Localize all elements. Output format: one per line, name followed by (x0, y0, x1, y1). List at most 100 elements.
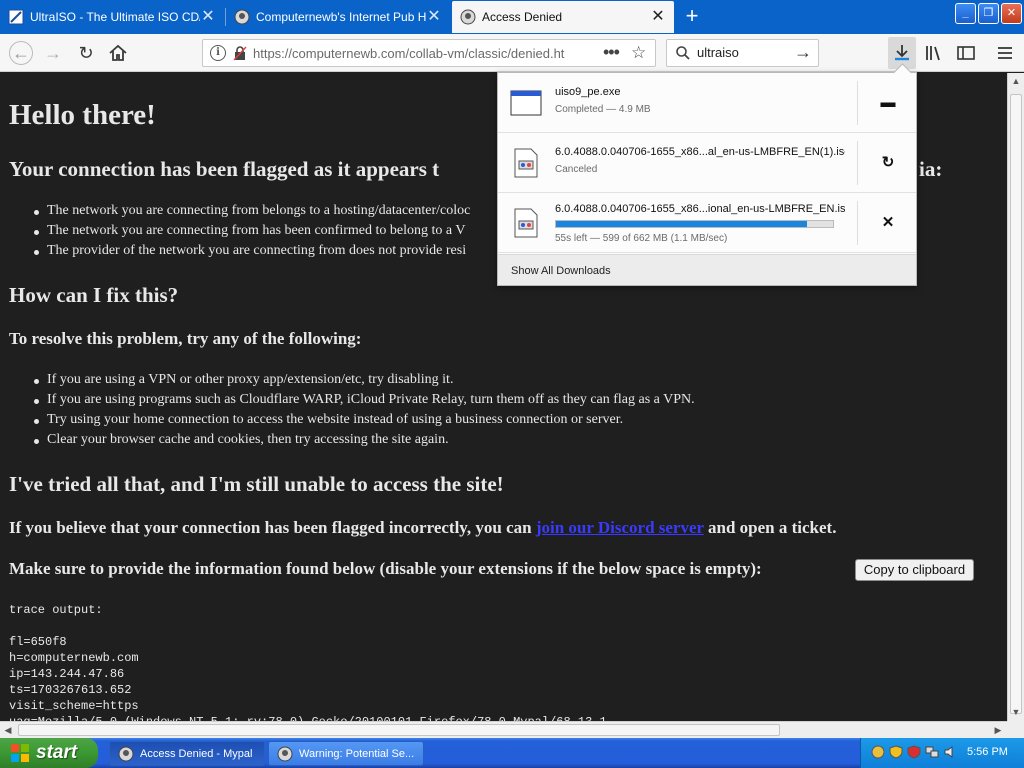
list-item: If you are using programs such as Cloudf… (34, 392, 695, 412)
volume-icon[interactable] (943, 745, 957, 759)
downloads-panel: uiso9_pe.exe Completed — 4.9 MB ▬ 6.0.40… (497, 72, 917, 286)
download-status: Completed — 4.9 MB (555, 104, 651, 115)
download-item[interactable]: 6.0.4088.0.040706-1655_x86...al_en-us-LM… (498, 133, 916, 193)
list-item: Clear your browser cache and cookies, th… (34, 432, 695, 452)
iso-file-icon (514, 148, 538, 178)
folder-icon[interactable]: ▬ (868, 91, 908, 115)
download-item[interactable]: 6.0.4088.0.040706-1655_x86...ional_en-us… (498, 193, 916, 253)
list-item: The network you are connecting from has … (33, 223, 470, 243)
scroll-left-icon[interactable]: ◀ (0, 722, 16, 738)
menu-icon[interactable] (994, 42, 1016, 64)
taskbar: start Access Denied - Mypal Warning: Pot… (0, 738, 1024, 768)
sidebar-icon[interactable] (955, 42, 977, 64)
url-text[interactable]: https://computernewb.com/collab-vm/class… (253, 46, 573, 61)
cancel-icon[interactable]: ✕ (868, 211, 908, 235)
download-progress-fill (556, 221, 807, 227)
vertical-scroll-thumb[interactable] (1010, 94, 1022, 714)
address-bar[interactable]: i https://computernewb.com/collab-vm/cla… (202, 39, 656, 67)
divider (857, 81, 858, 125)
tab-ultraiso[interactable]: UltraISO - The Ultimate ISO CD/D ✕ (0, 1, 224, 33)
tab-access-denied[interactable]: Access Denied ✕ (452, 1, 674, 33)
scroll-down-icon[interactable]: ▼ (1008, 704, 1024, 720)
download-status: 55s left — 599 of 662 MB (1.1 MB/sec) (555, 233, 728, 244)
taskbar-item-warning[interactable]: Warning: Potential Se... (268, 741, 424, 766)
exe-file-icon (510, 90, 542, 116)
flagged-heading: Your connection has been flagged as it a… (9, 157, 440, 181)
page-actions-icon[interactable]: ••• (603, 42, 620, 63)
retry-icon[interactable]: ↻ (868, 151, 908, 175)
tried-heading: I've tried all that, and I'm still unabl… (9, 472, 504, 496)
back-icon[interactable]: ← (9, 41, 33, 65)
list-item: The network you are connecting from belo… (33, 203, 470, 223)
tab-title: Computernewb's Internet Pub Hub (256, 10, 426, 24)
download-status: Canceled (555, 164, 598, 175)
tray-app-icon[interactable] (871, 745, 885, 759)
tab-title: UltraISO - The Ultimate ISO CD/D (30, 10, 200, 24)
tab-strip: UltraISO - The Ultimate ISO CD/D ✕ Compu… (0, 0, 1024, 34)
copy-to-clipboard-button[interactable]: Copy to clipboard (855, 559, 974, 581)
tab-pub-hub[interactable]: Computernewb's Internet Pub Hub ✕ (226, 1, 450, 33)
divider (857, 201, 858, 245)
tab-close-icon[interactable]: ✕ (650, 9, 666, 25)
search-input[interactable] (697, 45, 797, 60)
vertical-scrollbar[interactable]: ▲ ▼ (1007, 73, 1024, 721)
fixes-list: If you are using a VPN or other proxy ap… (34, 372, 695, 452)
window-close-icon[interactable]: ✕ (1001, 3, 1022, 24)
fix-heading: How can I fix this? (9, 283, 179, 307)
show-all-downloads-button[interactable]: Show All Downloads (498, 254, 916, 285)
download-filename: uiso9_pe.exe (555, 86, 621, 98)
incorrect-text-post: and open a ticket. (703, 518, 837, 537)
start-button[interactable]: start (0, 738, 98, 768)
network-icon[interactable] (925, 745, 939, 759)
search-icon (676, 46, 690, 60)
clock: 5:56 PM (967, 746, 1008, 758)
trace-output: trace output: fl=650f8 h=computernewb.co… (9, 603, 607, 721)
taskbar-item-access-denied[interactable]: Access Denied - Mypal (109, 741, 265, 766)
mypal-icon (118, 746, 134, 761)
tab-title: Access Denied (482, 10, 563, 24)
search-go-icon[interactable]: → (794, 42, 812, 63)
library-icon[interactable] (923, 42, 945, 64)
minimize-icon[interactable]: _ (955, 3, 976, 24)
ultraiso-favicon-icon (8, 9, 24, 25)
download-filename: 6.0.4088.0.040706-1655_x86...ional_en-us… (555, 203, 845, 215)
iso-file-icon (514, 208, 538, 238)
resolve-heading: To resolve this problem, try any of the … (9, 329, 362, 348)
site-info-icon[interactable]: i (210, 45, 226, 61)
computernewb-favicon-icon (460, 9, 476, 25)
restore-icon[interactable]: ❐ (978, 3, 999, 24)
show-all-downloads-label: Show All Downloads (511, 265, 611, 277)
security-shield-icon[interactable] (889, 745, 903, 759)
lock-icon[interactable] (233, 46, 247, 61)
reload-icon[interactable]: ↻ (75, 42, 97, 64)
download-progress-bar (555, 220, 834, 228)
download-filename: 6.0.4088.0.040706-1655_x86...al_en-us-LM… (555, 146, 845, 158)
provide-info-text: Make sure to provide the information fou… (9, 559, 762, 578)
system-tray: 5:56 PM (860, 738, 1024, 768)
shield-alert-icon[interactable] (907, 745, 921, 759)
list-item: If you are using a VPN or other proxy ap… (34, 372, 695, 392)
home-icon[interactable] (107, 42, 129, 64)
horizontal-scroll-thumb[interactable] (18, 724, 780, 736)
new-tab-icon[interactable]: + (681, 5, 703, 27)
forward-icon[interactable]: → (42, 42, 64, 64)
list-item: Try using your home connection to access… (34, 412, 695, 432)
scroll-up-icon[interactable]: ▲ (1008, 73, 1024, 89)
page-title: Hello there! (9, 99, 156, 131)
download-item[interactable]: uiso9_pe.exe Completed — 4.9 MB ▬ (498, 73, 916, 133)
taskbar-item-label: Warning: Potential Se... (299, 747, 415, 760)
search-bar[interactable]: → (666, 39, 819, 67)
list-item: The provider of the network you are conn… (33, 243, 470, 263)
divider (857, 141, 858, 185)
navigation-toolbar: ← → ↻ i https://computernewb.com/collab-… (0, 34, 1024, 72)
scroll-right-icon[interactable]: ▶ (990, 722, 1006, 738)
bookmark-star-icon[interactable]: ☆ (631, 43, 646, 63)
tab-close-icon[interactable]: ✕ (200, 9, 216, 25)
scrollbar-corner (1007, 721, 1024, 738)
computernewb-favicon-icon (234, 9, 250, 25)
discord-link[interactable]: join our Discord server (536, 518, 704, 537)
horizontal-scrollbar[interactable]: ◀ ▶ (0, 721, 1007, 738)
reasons-list: The network you are connecting from belo… (33, 203, 470, 263)
windows-flag-icon (11, 744, 29, 762)
tab-close-icon[interactable]: ✕ (426, 9, 442, 25)
